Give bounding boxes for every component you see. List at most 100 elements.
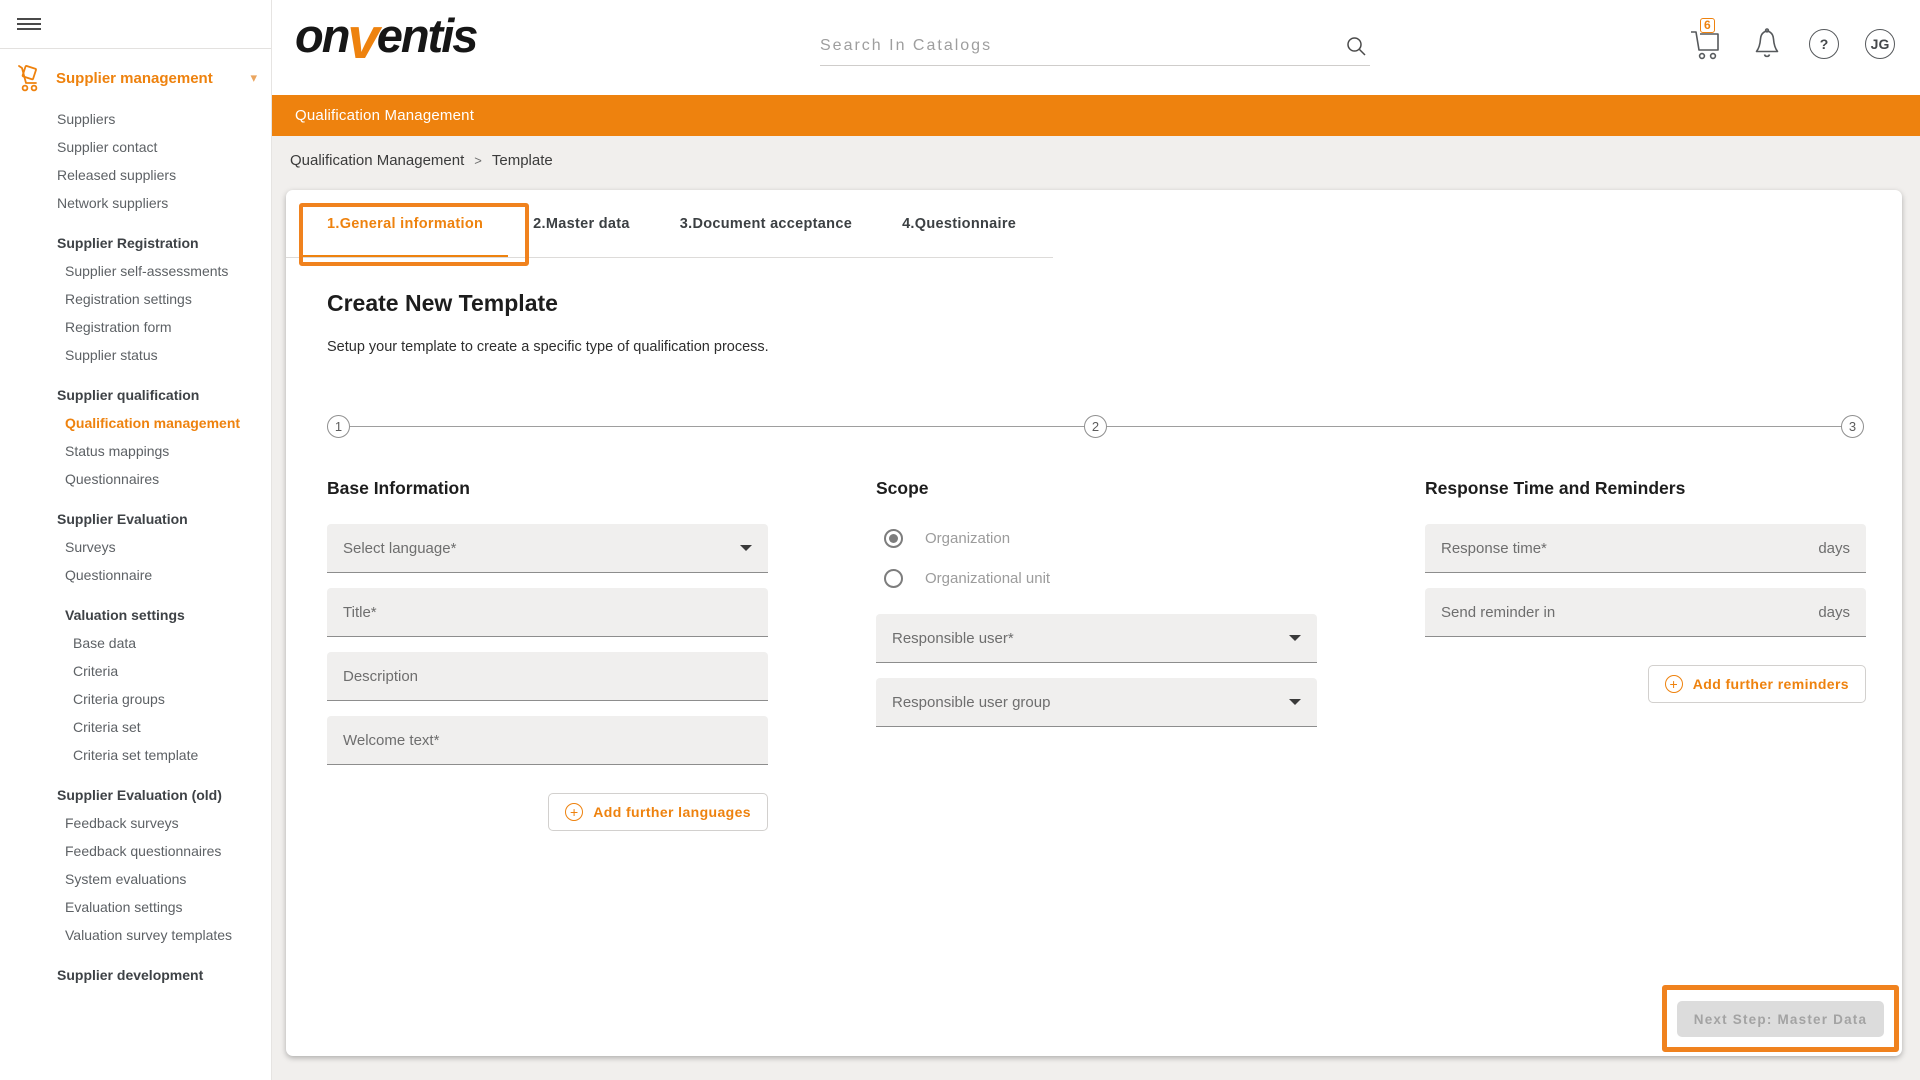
sidebar-item-questionnaires[interactable]: Questionnaires: [0, 465, 271, 493]
breadcrumb: Qualification Management > Template: [290, 152, 553, 169]
search-input[interactable]: [820, 37, 1344, 55]
hand-truck-icon: [13, 63, 43, 93]
dropdown-caret-icon: [740, 545, 752, 551]
logo-v-check: v: [347, 6, 377, 71]
sidebar-item-supplier-qualification: Supplier qualification: [0, 381, 271, 409]
module-title: Qualification Management: [295, 107, 474, 124]
sidebar-item-supplier-development: Supplier development: [0, 961, 271, 989]
notifications-button[interactable]: [1751, 27, 1783, 61]
sidebar-item-qualification-management[interactable]: Qualification management: [0, 409, 271, 437]
section-heading: Response Time and Reminders: [1425, 478, 1866, 499]
sidebar-header: [0, 0, 271, 49]
sidebar-item-valuation-settings: Valuation settings: [0, 601, 271, 629]
header-icons: 6 ? JG: [1687, 26, 1895, 62]
dropdown-caret-icon: [1289, 699, 1301, 705]
tab-document-acceptance[interactable]: 3.Document acceptance: [655, 190, 877, 257]
sidebar-item-feedback-surveys[interactable]: Feedback surveys: [0, 809, 271, 837]
sidebar-item-valuation-survey-templates[interactable]: Valuation survey templates: [0, 921, 271, 949]
tab-master-data[interactable]: 2.Master data: [508, 190, 655, 257]
add-further-reminders-button[interactable]: + Add further reminders: [1648, 665, 1866, 703]
radio-row-organization: Organization: [876, 524, 1317, 552]
section-base-information: Base Information Select language* Title*…: [327, 478, 768, 831]
cart-button[interactable]: 6: [1687, 26, 1725, 62]
sidebar-item-criteria[interactable]: Criteria: [0, 657, 271, 685]
sidebar-item-suppliers[interactable]: Suppliers: [0, 105, 271, 133]
select-language-field[interactable]: Select language*: [327, 524, 768, 573]
welcome-text-field[interactable]: Welcome text*: [327, 716, 768, 765]
sidebar-item-feedback-questionnaires[interactable]: Feedback questionnaires: [0, 837, 271, 865]
step-1-circle: 1: [327, 415, 350, 438]
top-header: onventis 6: [272, 0, 1920, 95]
onventis-logo: onventis: [295, 8, 476, 63]
sidebar-item-supplier-status[interactable]: Supplier status: [0, 341, 271, 369]
add-further-languages-button[interactable]: + Add further languages: [548, 793, 768, 831]
chevron-down-icon[interactable]: ▾: [250, 70, 257, 86]
dropdown-caret-icon: [1289, 635, 1301, 641]
menu-icon[interactable]: [17, 15, 41, 33]
bell-icon: [1751, 27, 1783, 61]
send-reminder-field[interactable]: Send reminder in days: [1425, 588, 1866, 637]
plus-icon: +: [565, 803, 583, 821]
sidebar-item-questionnaire[interactable]: Questionnaire: [0, 561, 271, 589]
sidebar-item-network-suppliers[interactable]: Network suppliers: [0, 189, 271, 217]
page-title: Create New Template: [327, 290, 558, 317]
module-title-bar: Qualification Management: [272, 95, 1920, 136]
step-3-circle: 3: [1841, 415, 1864, 438]
plus-icon: +: [1665, 675, 1683, 693]
sidebar-item-criteria-groups[interactable]: Criteria groups: [0, 685, 271, 713]
organizational-unit-radio[interactable]: [884, 569, 903, 588]
days-suffix: days: [1818, 540, 1850, 557]
sidebar-item-status-mappings[interactable]: Status mappings: [0, 437, 271, 465]
sidebar-item-supplier-registration: Supplier Registration: [0, 229, 271, 257]
page-subtitle: Setup your template to create a specific…: [327, 339, 769, 355]
tab-general-information[interactable]: 1.General information: [302, 190, 508, 257]
question-mark-icon: ?: [1820, 36, 1829, 52]
wizard-tabs: 1.General information 2.Master data 3.Do…: [286, 190, 1053, 258]
sidebar-item-supplier-evaluation: Supplier Evaluation: [0, 505, 271, 533]
template-card: 1.General information 2.Master data 3.Do…: [286, 190, 1902, 1056]
section-heading: Scope: [876, 478, 1317, 499]
organization-radio[interactable]: [884, 529, 903, 548]
sidebar-item-evaluation-settings[interactable]: Evaluation settings: [0, 893, 271, 921]
section-scope: Scope Organization Organizational unit R…: [876, 478, 1317, 742]
sidebar-item-supplier-evaluation-old-: Supplier Evaluation (old): [0, 781, 271, 809]
sidebar-item-surveys[interactable]: Surveys: [0, 533, 271, 561]
breadcrumb-item: Template: [492, 152, 553, 169]
stepper-line: [1107, 426, 1841, 427]
search-icon[interactable]: [1344, 34, 1368, 58]
help-button[interactable]: ?: [1809, 29, 1839, 59]
sidebar-item-registration-form[interactable]: Registration form: [0, 313, 271, 341]
responsible-user-select[interactable]: Responsible user*: [876, 614, 1317, 663]
sidebar-root-label: Supplier management: [56, 70, 250, 87]
step-2-circle: 2: [1084, 415, 1107, 438]
section-response-time: Response Time and Reminders Response tim…: [1425, 478, 1866, 703]
sidebar-item-base-data[interactable]: Base data: [0, 629, 271, 657]
sidebar: Supplier management ▾ SuppliersSupplier …: [0, 0, 272, 1080]
sidebar-item-supplier-management[interactable]: Supplier management ▾: [0, 55, 271, 101]
responsible-user-group-select[interactable]: Responsible user group: [876, 678, 1317, 727]
response-time-field[interactable]: Response time* days: [1425, 524, 1866, 573]
section-heading: Base Information: [327, 478, 768, 499]
sidebar-item-criteria-set[interactable]: Criteria set: [0, 713, 271, 741]
stepper-line: [350, 426, 1084, 427]
sidebar-nav: SuppliersSupplier contactReleased suppli…: [0, 101, 271, 989]
next-step-button[interactable]: Next Step: Master Data: [1677, 1001, 1884, 1037]
sidebar-item-system-evaluations[interactable]: System evaluations: [0, 865, 271, 893]
avatar-initials: JG: [1871, 36, 1890, 52]
breadcrumb-item[interactable]: Qualification Management: [290, 152, 464, 169]
breadcrumb-separator-icon: >: [474, 153, 482, 168]
sidebar-item-released-suppliers[interactable]: Released suppliers: [0, 161, 271, 189]
progress-stepper: 1 2 3: [327, 414, 1864, 438]
user-avatar[interactable]: JG: [1865, 29, 1895, 59]
catalog-search: [820, 26, 1370, 66]
days-suffix: days: [1818, 604, 1850, 621]
radio-row-organizational-unit: Organizational unit: [876, 564, 1317, 592]
content-area: Qualification Management > Template 1.Ge…: [272, 136, 1920, 1080]
description-field[interactable]: Description: [327, 652, 768, 701]
sidebar-item-supplier-self-assessments[interactable]: Supplier self-assessments: [0, 257, 271, 285]
sidebar-item-criteria-set-template[interactable]: Criteria set template: [0, 741, 271, 769]
sidebar-item-supplier-contact[interactable]: Supplier contact: [0, 133, 271, 161]
title-field[interactable]: Title*: [327, 588, 768, 637]
tab-questionnaire[interactable]: 4.Questionnaire: [877, 190, 1041, 257]
sidebar-item-registration-settings[interactable]: Registration settings: [0, 285, 271, 313]
